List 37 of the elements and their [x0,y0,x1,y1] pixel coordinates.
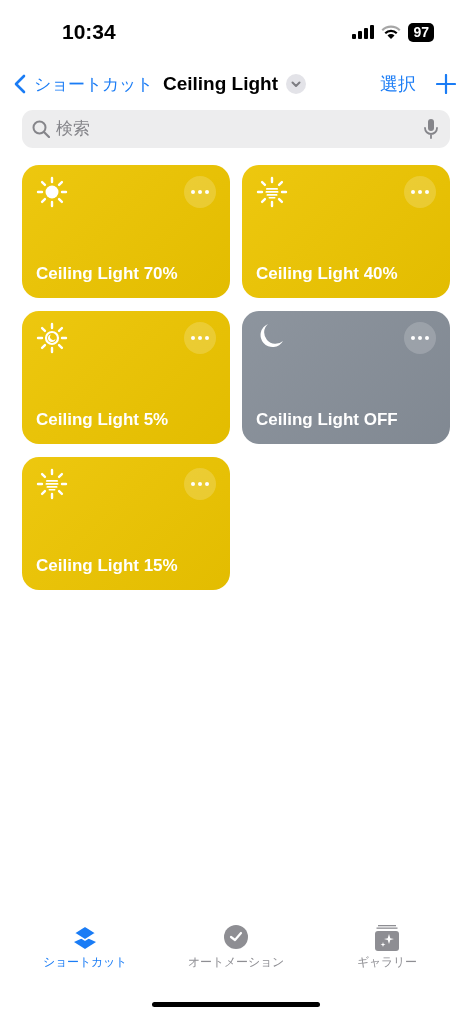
shortcut-name: Ceiling Light 40% [256,264,399,284]
signal-icon [352,25,375,39]
shortcut-folder-title: Ceiling Light [163,73,279,95]
shortcut-name: Ceiling Light 5% [36,410,170,430]
back-chevron-icon [14,74,26,94]
battery-indicator: 97 [408,22,434,42]
chevron-down-icon[interactable] [286,74,307,94]
status-time: 10:34 [62,20,116,44]
microphone-icon[interactable] [424,119,438,139]
shortcut-name: Ceiling Light OFF [256,410,399,430]
more-button[interactable] [184,322,216,354]
shortcut-name: Ceiling Light 70% [36,264,179,284]
more-button[interactable] [404,176,436,208]
search-field[interactable]: 検索 [22,110,450,148]
back-button[interactable]: ショートカット [14,72,153,96]
sun-icon [36,176,68,208]
clock-check-icon [222,924,250,952]
more-button[interactable] [184,468,216,500]
tab-bar-item[interactable]: オートメーション [176,924,296,984]
more-icon [411,336,429,340]
sun-icon [256,176,288,208]
select-button[interactable]: 選択 [380,72,416,96]
wifi-icon [381,25,402,39]
more-icon [411,190,429,194]
add-icon[interactable] [436,74,456,94]
more-button[interactable] [184,176,216,208]
more-icon [191,190,209,194]
more-button[interactable] [404,322,436,354]
tab-bar-item[interactable]: ギャラリー [326,924,447,984]
more-icon [191,336,209,340]
more-icon [191,482,209,486]
sun-icon [36,468,68,500]
tab-bar-item[interactable]: ショートカット [25,924,146,984]
sun-icon [36,322,68,354]
shortcut-name: Ceiling Light 15% [36,556,179,576]
gallery-icon [372,924,401,952]
shortcut-card[interactable]: Ceiling Light OFF [242,311,450,444]
